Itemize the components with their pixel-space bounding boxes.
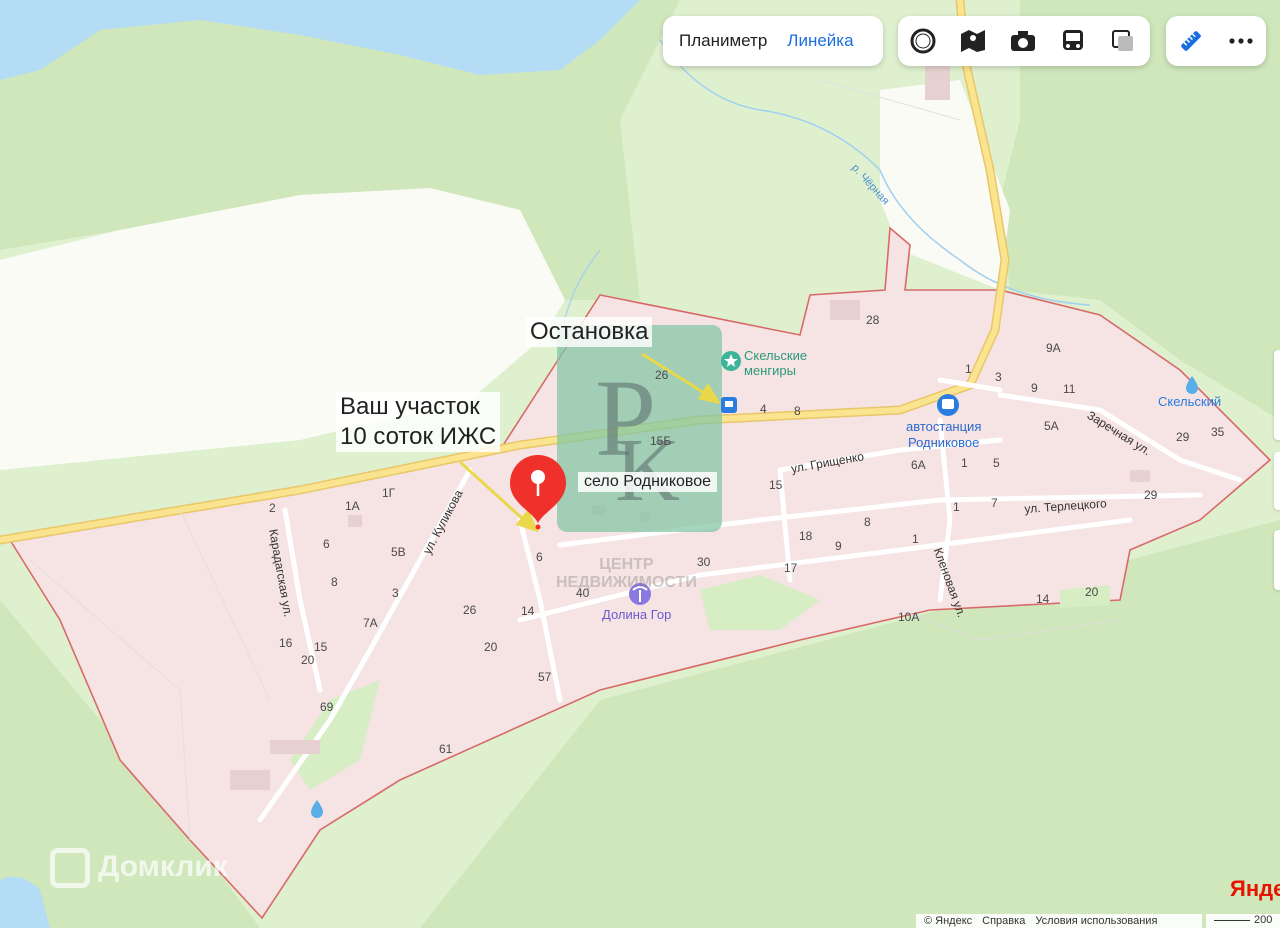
house-number: 14 — [521, 604, 535, 618]
house-number: 15 — [769, 478, 783, 492]
layers-toolbar — [898, 16, 1150, 66]
house-number: 30 — [697, 555, 711, 569]
house-number: 3 — [995, 370, 1002, 384]
yandex-logo[interactable]: Янде — [1230, 876, 1280, 902]
house-number: 14 — [1036, 592, 1050, 606]
house-number: 35 — [1211, 425, 1225, 439]
domclick-logo-icon — [50, 848, 90, 888]
house-number: 6А — [911, 458, 926, 472]
house-number: 61 — [439, 742, 453, 756]
bus-station-label[interactable]: автостанция Родниковое — [906, 419, 981, 451]
stop-annotation: Остановка — [526, 317, 653, 347]
more-dots-icon[interactable] — [1216, 16, 1266, 66]
house-number: 8 — [794, 404, 801, 418]
watermark-center-text: ЦЕНТР НЕДВИЖИМОСТИ — [556, 556, 697, 591]
house-number: 29 — [1176, 430, 1190, 444]
house-number: 9А — [1046, 341, 1061, 355]
dolina-gor-label[interactable]: Долина Гор — [602, 607, 671, 622]
house-number: 1 — [961, 456, 968, 470]
house-number: 1 — [965, 362, 972, 376]
house-number: 5В — [391, 545, 406, 559]
house-number: 17 — [784, 561, 798, 575]
house-number: 20 — [301, 653, 315, 667]
house-number: 15 — [314, 640, 328, 654]
menhirs-star-icon[interactable] — [721, 351, 741, 371]
house-number: 9 — [835, 539, 842, 553]
bus-station-icon[interactable] — [937, 394, 959, 416]
photo-camera-icon[interactable] — [998, 16, 1048, 66]
house-number: 3 — [392, 586, 399, 600]
house-number: 15Б — [650, 434, 672, 448]
house-number: 2 — [269, 501, 276, 515]
side-panel-handle[interactable] — [1274, 350, 1280, 440]
plot-annotation: Ваш участок 10 соток ИЖС — [336, 392, 501, 452]
house-number: 8 — [331, 575, 338, 589]
layers-icon[interactable] — [1098, 16, 1148, 66]
ruler-icon[interactable] — [1166, 16, 1216, 66]
planimeter-button[interactable]: Планиметр — [663, 31, 777, 51]
help-link[interactable]: Справка — [982, 915, 1025, 927]
house-number: 10А — [898, 610, 920, 624]
house-number: 20 — [1085, 585, 1099, 599]
house-number: 1Г — [382, 486, 396, 500]
house-number: 18 — [799, 529, 813, 543]
house-number: 7 — [991, 496, 998, 510]
copyright-text[interactable]: © Яндекс — [924, 915, 972, 927]
tools-toolbar — [1166, 16, 1266, 66]
house-number: 26 — [463, 603, 477, 617]
ruler-button[interactable]: Линейка — [777, 31, 863, 51]
side-panel-handle[interactable] — [1274, 452, 1280, 510]
poi-menhirs-label[interactable]: Скельские менгиры — [744, 348, 807, 378]
rk-watermark: P K — [557, 325, 722, 532]
domclick-watermark: Домклик — [50, 848, 228, 888]
house-number: 6 — [536, 550, 543, 564]
map-canvas[interactable]: P K — [0, 0, 1280, 928]
house-number: 6 — [323, 537, 330, 551]
measure-toolbar: Планиметр Линейка — [663, 16, 883, 66]
house-number: 57 — [538, 670, 552, 684]
bus-stop-icon[interactable] — [721, 397, 737, 413]
circle-layer-icon[interactable] — [898, 16, 948, 66]
house-number: 11 — [1063, 382, 1076, 396]
house-number: 28 — [866, 313, 880, 327]
house-number: 1А — [345, 499, 360, 513]
house-number: 7А — [363, 616, 378, 630]
house-number: 1 — [953, 500, 960, 514]
house-number: 9 — [1031, 381, 1038, 395]
terms-link[interactable]: Условия использования — [1035, 915, 1157, 927]
house-number: 16 — [279, 636, 293, 650]
panorama-icon[interactable] — [948, 16, 998, 66]
scale-value: 200 — [1254, 914, 1273, 926]
house-number: 69 — [320, 700, 334, 714]
house-number: 5А — [1044, 419, 1059, 433]
house-number: 1 — [912, 532, 919, 546]
house-number: 20 — [484, 640, 498, 654]
skelsky-label[interactable]: Скельский — [1158, 394, 1221, 409]
map-footer: © Яндекс Справка Условия использования — [916, 914, 1202, 928]
house-number: 5 — [993, 456, 1000, 470]
geolocation-button-edge[interactable] — [1274, 530, 1280, 590]
scale-line — [1214, 920, 1250, 921]
bus-transport-icon[interactable] — [1048, 16, 1098, 66]
house-number: 8 — [864, 515, 871, 529]
house-number: 4 — [760, 402, 767, 416]
village-name-label[interactable]: село Родниковое — [578, 472, 718, 492]
house-number: 26 — [655, 368, 669, 382]
house-number: 29 — [1144, 488, 1158, 502]
scale-bar: 200 — [1206, 914, 1280, 928]
